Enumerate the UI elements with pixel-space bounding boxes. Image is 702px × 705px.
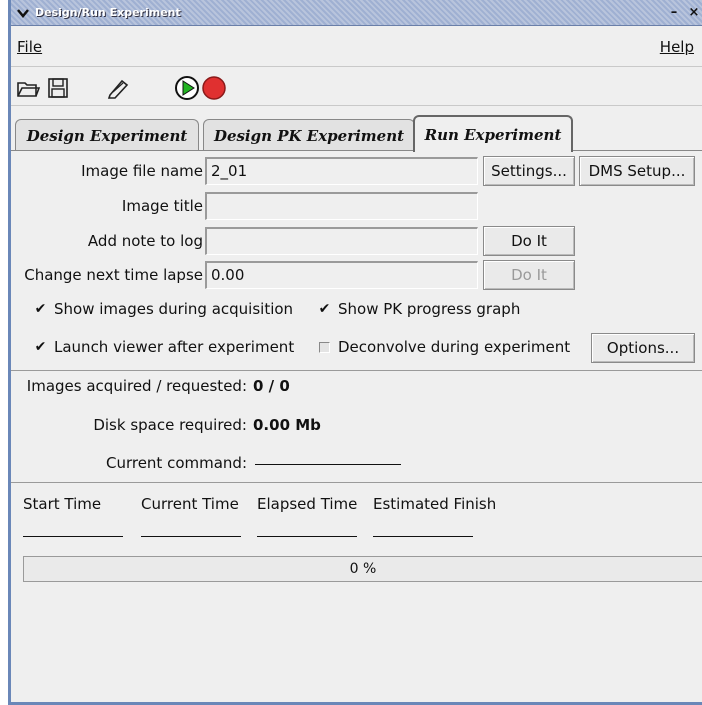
- add-note-label: Add note to log: [87, 232, 203, 250]
- image-title-input[interactable]: [205, 192, 478, 220]
- estimated-finish-label: Estimated Finish: [373, 495, 497, 513]
- toolbar: [11, 66, 702, 106]
- checkmark-icon: ✔: [318, 301, 331, 317]
- minimize-button[interactable]: –: [666, 4, 682, 20]
- estimated-finish-value-line: [373, 536, 473, 537]
- open-icon[interactable]: [15, 75, 41, 101]
- menu-bar: File Help: [11, 30, 702, 64]
- window-menu-icon[interactable]: [15, 5, 31, 21]
- tab-label: Design Experiment: [26, 126, 188, 145]
- add-note-input[interactable]: [205, 227, 478, 255]
- checkbox-label: Show images during acquisition: [54, 300, 294, 318]
- disk-space-value: 0.00 Mb: [253, 416, 321, 434]
- image-title-label: Image title: [121, 197, 203, 215]
- elapsed-time-value-line: [257, 536, 357, 537]
- launch-viewer-checkbox[interactable]: ✔ Launch viewer after experiment: [34, 338, 295, 356]
- tab-divider: [11, 150, 702, 151]
- progress-bar: 0 %: [23, 556, 702, 582]
- checkmark-icon: ✔: [34, 301, 47, 317]
- show-images-checkbox[interactable]: ✔ Show images during acquisition: [35, 300, 293, 318]
- current-time-value-line: [141, 536, 241, 537]
- tab-design-experiment[interactable]: Design Experiment: [15, 119, 199, 151]
- checkmark-icon: ✔: [34, 339, 47, 355]
- title-bar[interactable]: Design/Run Experiment – ×: [11, 0, 702, 26]
- current-command-label: Current command:: [105, 454, 247, 472]
- show-pk-checkbox[interactable]: ✔ Show PK progress graph: [318, 300, 521, 318]
- image-file-name-input[interactable]: 2_01: [205, 157, 478, 185]
- separator: [11, 482, 702, 483]
- play-icon[interactable]: [174, 75, 200, 101]
- do-it-button[interactable]: Do It: [483, 226, 575, 256]
- images-acquired-label: Images acquired / requested:: [26, 377, 247, 395]
- start-time-value-line: [23, 536, 123, 537]
- deconvolve-checkbox[interactable]: Deconvolve during experiment: [319, 338, 570, 356]
- experiment-window: Design/Run Experiment – × File Help Desi…: [8, 0, 702, 705]
- disk-space-label: Disk space required:: [93, 416, 247, 434]
- menu-help[interactable]: Help: [660, 38, 694, 56]
- checkbox-empty-icon: [319, 341, 330, 353]
- tab-design-pk-experiment[interactable]: Design PK Experiment: [203, 119, 415, 151]
- tab-bar: Design Experiment Design PK Experiment R…: [11, 113, 702, 152]
- image-file-name-label: Image file name: [81, 162, 203, 180]
- options-button[interactable]: Options...: [591, 333, 695, 363]
- tab-label: Design PK Experiment: [213, 126, 405, 145]
- dms-setup-button[interactable]: DMS Setup...: [579, 156, 695, 186]
- edit-icon[interactable]: [105, 75, 131, 101]
- tab-label: Run Experiment: [424, 125, 562, 144]
- current-command-line: [255, 464, 401, 465]
- menu-file[interactable]: File: [17, 38, 42, 56]
- change-time-lapse-label: Change next time lapse: [24, 266, 203, 284]
- checkbox-label: Launch viewer after experiment: [54, 338, 295, 356]
- images-acquired-value: 0 / 0: [253, 377, 290, 395]
- settings-button[interactable]: Settings...: [483, 156, 575, 186]
- stop-icon[interactable]: [201, 75, 227, 101]
- close-button[interactable]: ×: [686, 4, 702, 20]
- progress-text: 0 %: [349, 561, 377, 577]
- time-lapse-input[interactable]: 0.00: [205, 261, 478, 289]
- checkbox-label: Deconvolve during experiment: [338, 338, 571, 356]
- tab-run-experiment[interactable]: Run Experiment: [413, 115, 573, 152]
- window-title: Design/Run Experiment: [35, 6, 181, 19]
- do-it-button-disabled[interactable]: Do It: [483, 260, 575, 290]
- checkbox-label: Show PK progress graph: [338, 300, 521, 318]
- elapsed-time-label: Elapsed Time: [257, 495, 358, 513]
- separator: [11, 370, 702, 371]
- start-time-label: Start Time: [23, 495, 102, 513]
- current-time-label: Current Time: [141, 495, 239, 513]
- save-icon[interactable]: [45, 75, 71, 101]
